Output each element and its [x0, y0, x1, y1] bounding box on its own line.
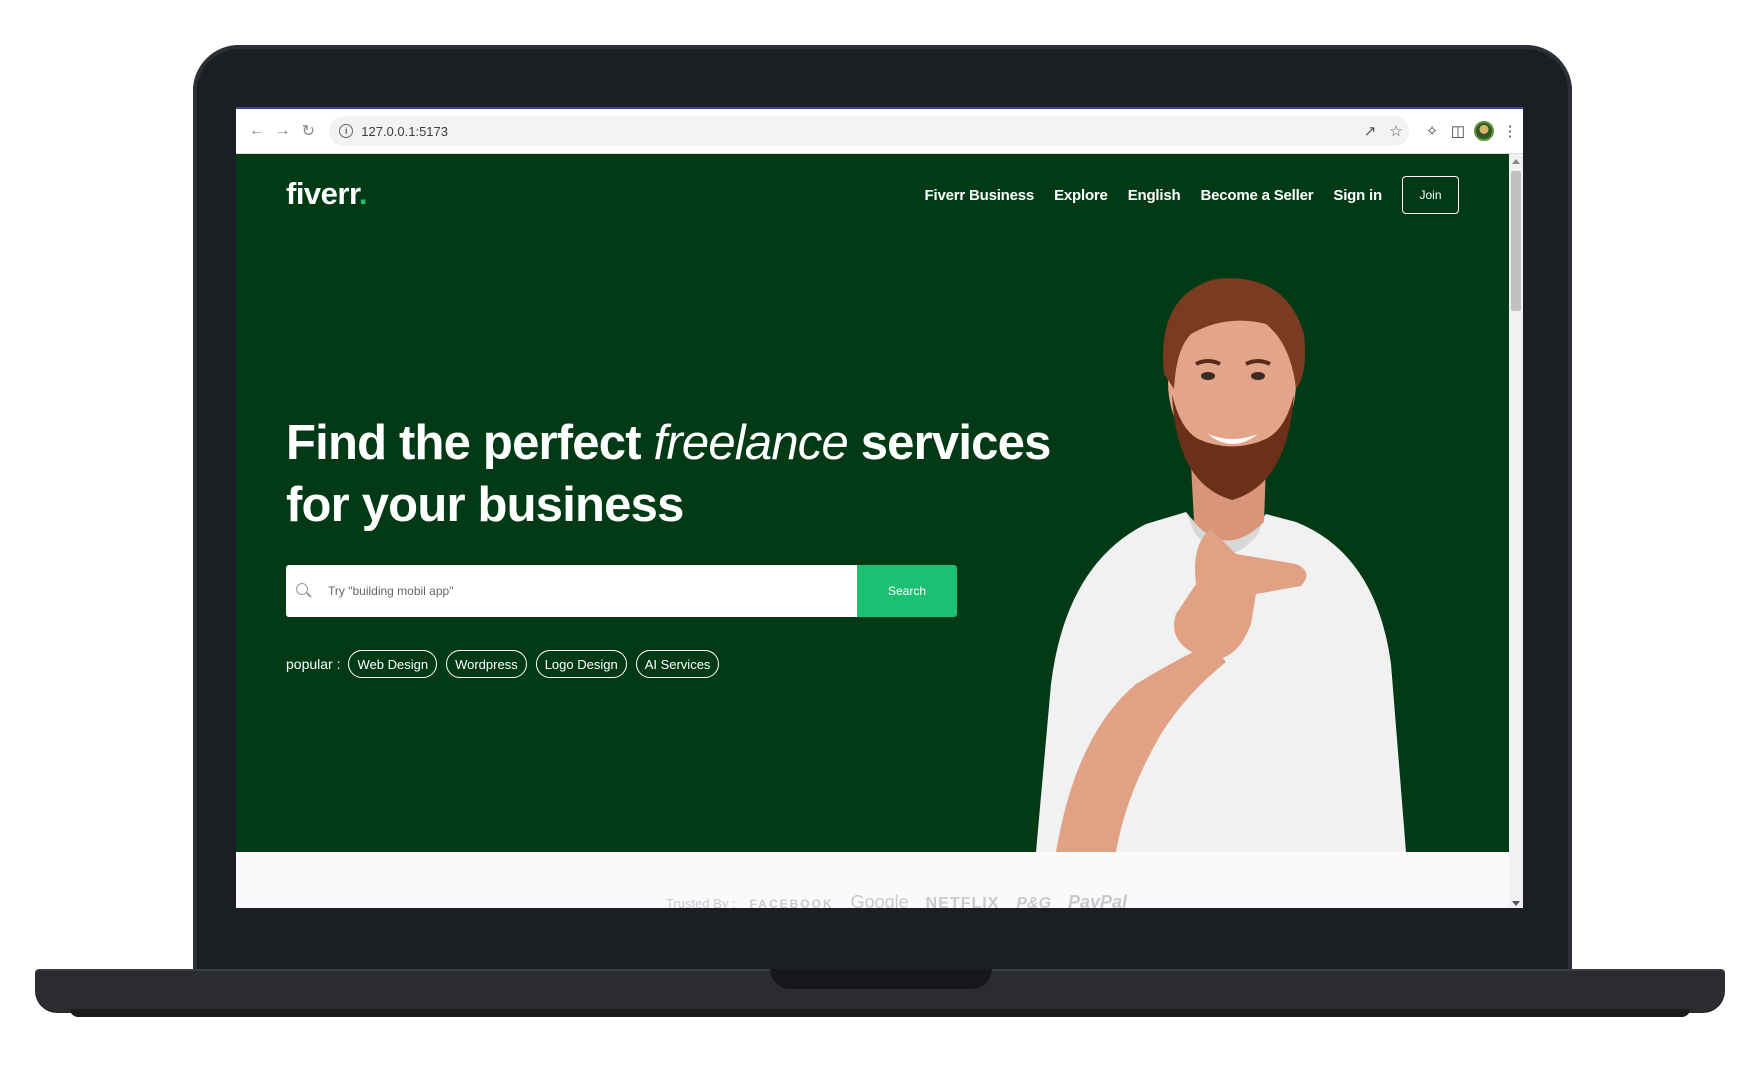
info-icon[interactable]: i	[339, 124, 354, 138]
nav-fiverr-business[interactable]: Fiverr Business	[925, 187, 1035, 204]
nav-sign-in[interactable]: Sign in	[1333, 187, 1382, 204]
logo-text: fiverr	[286, 176, 359, 211]
side-panel-icon[interactable]: ◫	[1445, 118, 1471, 144]
popular-tags: popular : Web Design Wordpress Logo Desi…	[286, 650, 728, 678]
address-url[interactable]: 127.0.0.1:5173	[361, 124, 448, 139]
browser-toolbar: ← → ↻ i 127.0.0.1:5173 ↗ ☆ ✧ ◫ ⋮	[236, 109, 1523, 154]
search-icon	[296, 583, 312, 599]
brand-netflix: NETFLIX	[925, 895, 1000, 908]
hero-headline: Find the perfect freelance services for y…	[286, 412, 1051, 536]
arrow-right-icon[interactable]: →	[270, 118, 296, 144]
search-button[interactable]: Search	[857, 565, 957, 617]
browser-window: ← → ↻ i 127.0.0.1:5173 ↗ ☆ ✧ ◫ ⋮ fiverr.…	[236, 107, 1523, 908]
arrow-left-icon[interactable]: ←	[244, 118, 270, 144]
headline-emphasis: freelance	[653, 416, 849, 470]
address-bar[interactable]: i 127.0.0.1:5173 ↗ ☆	[329, 116, 1409, 146]
nav-become-seller[interactable]: Become a Seller	[1200, 187, 1313, 204]
star-icon[interactable]: ☆	[1383, 118, 1409, 144]
headline-line2: for your business	[286, 478, 684, 532]
nav-explore[interactable]: Explore	[1054, 187, 1108, 204]
scrollbar-thumb[interactable]	[1511, 171, 1521, 311]
laptop-foot	[70, 1009, 1690, 1017]
hero-person-image	[1036, 278, 1406, 852]
trusted-label: Trusted By :	[666, 896, 736, 908]
nav-language[interactable]: English	[1128, 187, 1181, 204]
profile-avatar[interactable]	[1471, 118, 1497, 144]
join-button[interactable]: Join	[1402, 176, 1459, 214]
puzzle-icon[interactable]: ✧	[1419, 118, 1445, 144]
trusted-by-band: Trusted By : FACEBOOK Google NETFLIX P&G…	[236, 852, 1509, 908]
trusted-logos: Trusted By : FACEBOOK Google NETFLIX P&G…	[666, 892, 1144, 908]
brand-pg: P&G	[1016, 895, 1052, 908]
popular-tag-web-design[interactable]: Web Design	[348, 650, 438, 678]
kebab-menu-icon[interactable]: ⋮	[1497, 118, 1523, 144]
brand-facebook: FACEBOOK	[749, 897, 834, 908]
headline-part1: Find the perfect	[286, 416, 654, 470]
brand-paypal: PayPal	[1068, 892, 1128, 908]
hero-search: Search	[286, 565, 957, 617]
logo-dot: .	[358, 176, 368, 211]
hero-section: fiverr. Fiverr Business Explore English …	[236, 154, 1509, 852]
popular-tag-wordpress[interactable]: Wordpress	[446, 650, 527, 678]
web-page: fiverr. Fiverr Business Explore English …	[236, 154, 1509, 908]
brand-google: Google	[850, 892, 909, 908]
scroll-down-arrow-icon[interactable]	[1512, 901, 1520, 906]
popular-tag-logo-design[interactable]: Logo Design	[535, 650, 627, 678]
laptop-notch	[770, 969, 992, 989]
search-box[interactable]	[286, 565, 857, 617]
top-nav: Fiverr Business Explore English Become a…	[905, 176, 1459, 214]
search-input[interactable]	[326, 583, 770, 599]
popular-label: popular :	[286, 656, 341, 672]
popular-tag-ai-services[interactable]: AI Services	[635, 650, 720, 678]
share-icon[interactable]: ↗	[1357, 118, 1383, 144]
fiverr-logo[interactable]: fiverr.	[286, 176, 367, 212]
reload-icon[interactable]: ↻	[296, 118, 322, 144]
scroll-up-arrow-icon[interactable]	[1512, 159, 1520, 164]
